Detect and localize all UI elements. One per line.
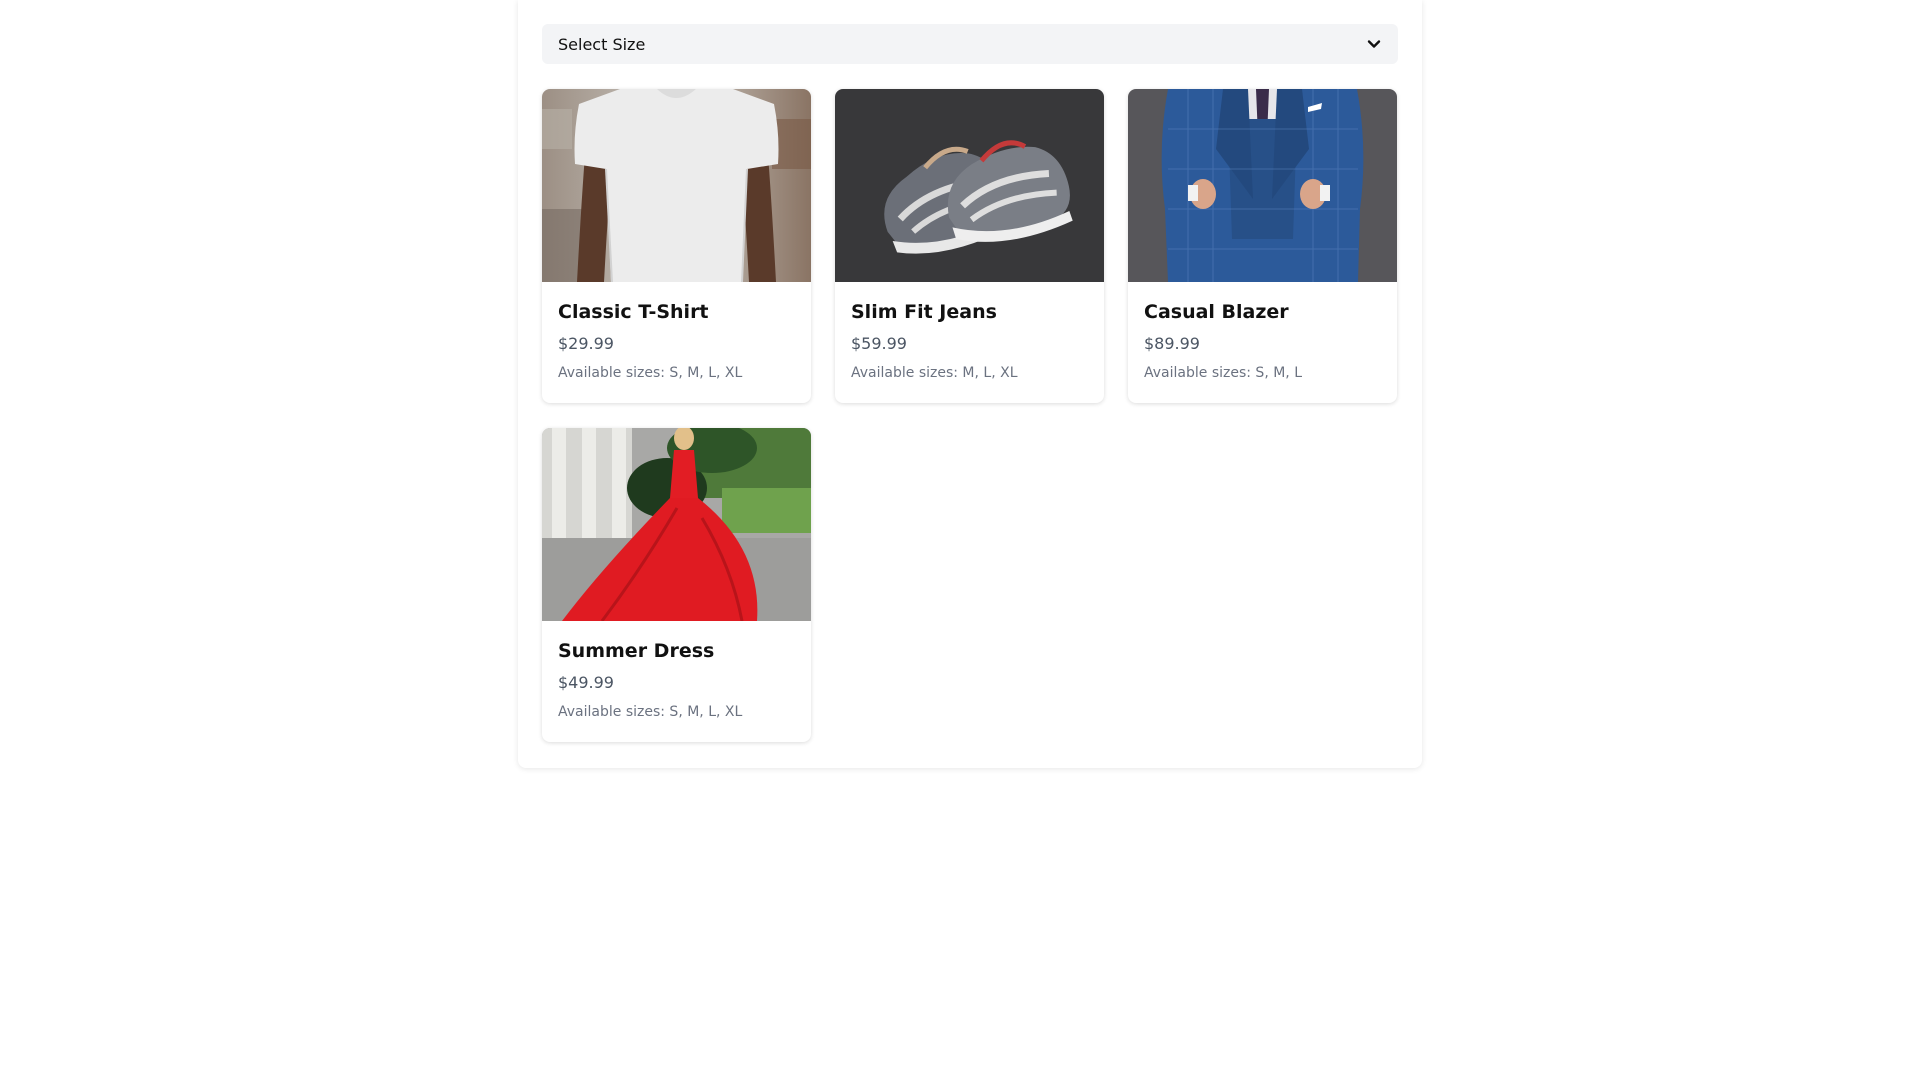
product-image-sneakers [835, 89, 1104, 282]
product-image-tshirt [542, 89, 811, 282]
product-price: $29.99 [558, 334, 614, 353]
product-card[interactable]: Summer Dress $49.99 Available sizes: S, … [542, 428, 811, 742]
product-name: Classic T-Shirt [558, 301, 709, 323]
product-card[interactable]: Slim Fit Jeans $59.99 Available sizes: M… [835, 89, 1104, 403]
product-name: Casual Blazer [1144, 301, 1289, 323]
product-name: Summer Dress [558, 640, 715, 662]
product-sizes: Available sizes: S, M, L [1144, 365, 1302, 381]
product-sizes: Available sizes: S, M, L, XL [558, 365, 743, 381]
product-price: $89.99 [1144, 334, 1200, 353]
chevron-down-icon [1366, 36, 1382, 52]
product-price: $59.99 [851, 334, 907, 353]
product-price: $49.99 [558, 673, 614, 692]
size-select-label: Select Size [558, 34, 646, 54]
product-card[interactable]: Casual Blazer $89.99 Available sizes: S,… [1128, 89, 1397, 403]
product-card[interactable]: Classic T-Shirt $29.99 Available sizes: … [542, 89, 811, 403]
product-sizes: Available sizes: M, L, XL [851, 365, 1018, 381]
product-name: Slim Fit Jeans [851, 301, 997, 323]
product-sizes: Available sizes: S, M, L, XL [558, 704, 743, 720]
size-select-dropdown[interactable]: Select Size [542, 24, 1398, 64]
product-panel: Select Size Classic T-Shirt $29.99 Avail… [518, 0, 1422, 768]
product-image-blazer [1128, 89, 1397, 282]
product-grid: Classic T-Shirt $29.99 Available sizes: … [542, 89, 1398, 742]
product-image-dress [542, 428, 811, 621]
